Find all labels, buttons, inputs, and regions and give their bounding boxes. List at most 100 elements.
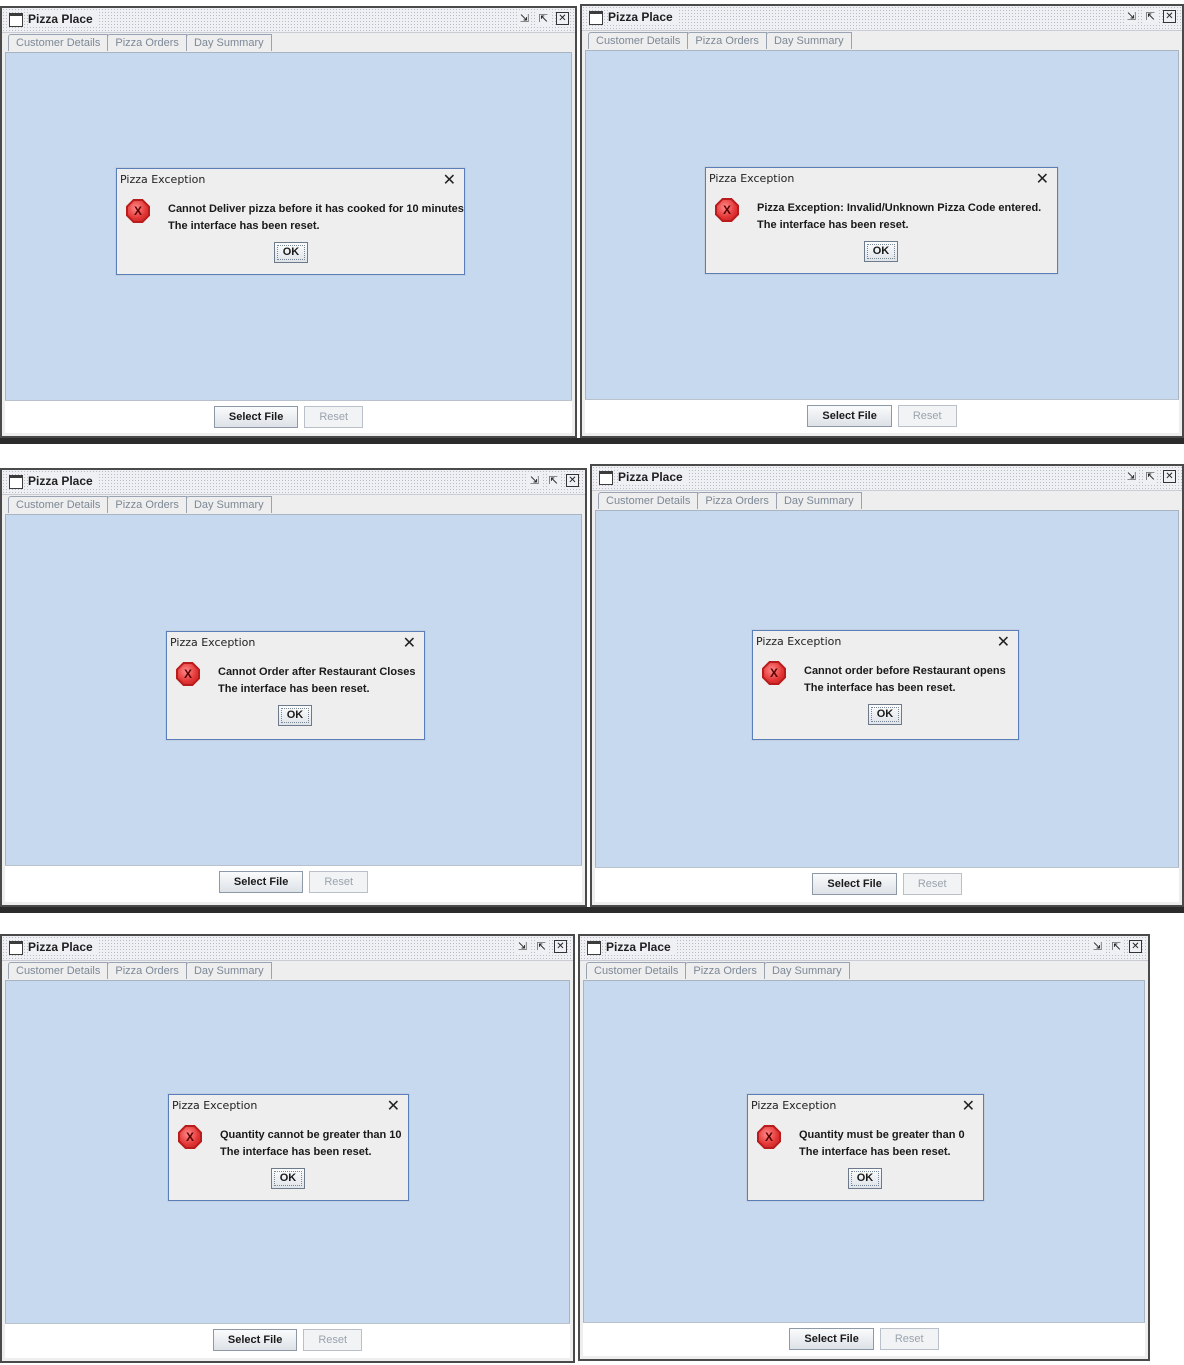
dialog-close-icon[interactable]: ✕ [443, 170, 456, 189]
error-icon: X [176, 662, 200, 686]
tab-customer-details[interactable]: Customer Details [598, 492, 699, 509]
bottom-bar: Select File Reset [595, 867, 1179, 902]
select-file-button[interactable]: Select File [789, 1328, 874, 1350]
dialog-title: Pizza Exception [756, 635, 842, 648]
close-icon[interactable]: ✕ [1129, 940, 1142, 953]
select-file-button[interactable]: Select File [212, 1329, 298, 1351]
tab-day-summary[interactable]: Day Summary [775, 492, 862, 509]
select-file-button[interactable]: Select File [807, 405, 892, 427]
restore-icon[interactable]: ⇲ [1091, 940, 1104, 953]
dialog-title: Pizza Exception [170, 636, 256, 649]
tab-pizza-orders[interactable]: Pizza Orders [107, 962, 187, 979]
tab-day-summary[interactable]: Day Summary [763, 962, 850, 979]
reset-button[interactable]: Reset [309, 871, 369, 893]
tab-day-summary[interactable]: Day Summary [185, 496, 272, 513]
close-icon[interactable]: ✕ [556, 12, 569, 25]
close-icon[interactable]: ✕ [1163, 470, 1176, 483]
title-bar[interactable]: Pizza Place ⇲ ⇱ ✕ [2, 470, 585, 495]
ok-button[interactable]: OK [848, 1168, 882, 1189]
tab-pizza-orders[interactable]: Pizza Orders [107, 496, 187, 513]
app-window: Pizza Place ⇲ ⇱ ✕ Customer Details Pizza… [0, 934, 575, 1363]
dialog-title: Pizza Exception [120, 173, 206, 186]
app-window: Pizza Place ⇲ ⇱ ✕ Customer Details Pizza… [580, 4, 1184, 438]
tab-bar: Customer Details Pizza Orders Day Summar… [8, 962, 272, 980]
error-dialog: Pizza Exception ✕ X Quantity must be gre… [747, 1094, 984, 1201]
dialog-message: Quantity cannot be greater than 10 [220, 1129, 402, 1141]
restore-icon[interactable]: ⇲ [1125, 10, 1138, 23]
close-icon[interactable]: ✕ [1163, 10, 1176, 23]
window-icon [599, 471, 613, 485]
dialog-close-icon[interactable]: ✕ [387, 1096, 400, 1115]
bottom-bar: Select File Reset [5, 400, 572, 433]
tab-pizza-orders[interactable]: Pizza Orders [697, 492, 777, 509]
tab-customer-details[interactable]: Customer Details [588, 32, 689, 49]
maximize-icon[interactable]: ⇱ [1144, 470, 1157, 483]
tab-bar: Customer Details Pizza Orders Day Summar… [8, 34, 272, 52]
tab-day-summary[interactable]: Day Summary [765, 32, 852, 49]
select-file-button[interactable]: Select File [213, 406, 299, 428]
tab-day-summary[interactable]: Day Summary [185, 962, 272, 979]
dialog-message: Pizza Exception: Invalid/Unknown Pizza C… [757, 202, 1042, 214]
app-window: Pizza Place ⇲ ⇱ ✕ Customer Details Pizza… [0, 468, 587, 907]
restore-icon[interactable]: ⇲ [1125, 470, 1138, 483]
title-bar[interactable]: Pizza Place ⇲ ⇱ ✕ [580, 936, 1148, 961]
tab-customer-details[interactable]: Customer Details [8, 962, 109, 979]
restore-icon[interactable]: ⇲ [528, 474, 541, 487]
dialog-submessage: The interface has been reset. [804, 682, 956, 694]
dialog-message: Cannot Order after Restaurant Closes [218, 666, 416, 678]
title-bar[interactable]: Pizza Place ⇲ ⇱ ✕ [2, 936, 573, 961]
bottom-bar: Select File Reset [5, 1323, 570, 1358]
tab-day-summary[interactable]: Day Summary [185, 34, 272, 51]
tab-customer-details[interactable]: Customer Details [8, 496, 109, 513]
dialog-message: Quantity must be greater than 0 [799, 1129, 965, 1141]
dialog-submessage: The interface has been reset. [757, 219, 909, 231]
ok-button[interactable]: OK [274, 242, 308, 263]
dialog-close-icon[interactable]: ✕ [997, 632, 1010, 651]
background-strip [0, 438, 1184, 444]
title-bar[interactable]: Pizza Place ⇲ ⇱ ✕ [2, 8, 575, 33]
maximize-icon[interactable]: ⇱ [535, 940, 548, 953]
reset-button[interactable]: Reset [303, 1329, 363, 1351]
dialog-message: Cannot order before Restaurant opens [804, 665, 1006, 677]
dialog-submessage: The interface has been reset. [799, 1146, 951, 1158]
tab-bar: Customer Details Pizza Orders Day Summar… [8, 496, 272, 514]
title-bar[interactable]: Pizza Place ⇲ ⇱ ✕ [592, 466, 1182, 491]
error-dialog: Pizza Exception ✕ X Cannot Deliver pizza… [116, 168, 465, 275]
ok-button[interactable]: OK [864, 241, 898, 262]
tab-customer-details[interactable]: Customer Details [8, 34, 109, 51]
reset-button[interactable]: Reset [897, 405, 957, 427]
error-icon: X [757, 1125, 781, 1149]
window-icon [587, 941, 601, 955]
ok-button[interactable]: OK [271, 1168, 305, 1189]
error-dialog: Pizza Exception ✕ X Pizza Exception: Inv… [705, 167, 1058, 274]
tab-customer-details[interactable]: Customer Details [586, 962, 687, 979]
dialog-close-icon[interactable]: ✕ [962, 1096, 975, 1115]
select-file-button[interactable]: Select File [218, 871, 304, 893]
close-icon[interactable]: ✕ [554, 940, 567, 953]
bottom-bar: Select File Reset [585, 399, 1179, 433]
window-title: Pizza Place [606, 939, 675, 955]
bottom-bar: Select File Reset [583, 1322, 1145, 1356]
background-strip [0, 907, 1184, 913]
tab-pizza-orders[interactable]: Pizza Orders [107, 34, 187, 51]
ok-button[interactable]: OK [278, 705, 312, 726]
maximize-icon[interactable]: ⇱ [1110, 940, 1123, 953]
ok-button[interactable]: OK [868, 704, 902, 725]
reset-button[interactable]: Reset [879, 1328, 939, 1350]
select-file-button[interactable]: Select File [812, 873, 897, 895]
close-icon[interactable]: ✕ [566, 474, 579, 487]
maximize-icon[interactable]: ⇱ [537, 12, 550, 25]
dialog-close-icon[interactable]: ✕ [1036, 169, 1049, 188]
restore-icon[interactable]: ⇲ [516, 940, 529, 953]
reset-button[interactable]: Reset [902, 873, 962, 895]
dialog-close-icon[interactable]: ✕ [403, 633, 416, 652]
error-icon: X [715, 198, 739, 222]
tab-pizza-orders[interactable]: Pizza Orders [685, 962, 765, 979]
reset-button[interactable]: Reset [304, 406, 364, 428]
title-bar[interactable]: Pizza Place ⇲ ⇱ ✕ [582, 6, 1182, 31]
maximize-icon[interactable]: ⇱ [1144, 10, 1157, 23]
maximize-icon[interactable]: ⇱ [547, 474, 560, 487]
restore-icon[interactable]: ⇲ [518, 12, 531, 25]
tab-pizza-orders[interactable]: Pizza Orders [687, 32, 767, 49]
app-window: Pizza Place ⇲ ⇱ ✕ Customer Details Pizza… [590, 464, 1184, 907]
